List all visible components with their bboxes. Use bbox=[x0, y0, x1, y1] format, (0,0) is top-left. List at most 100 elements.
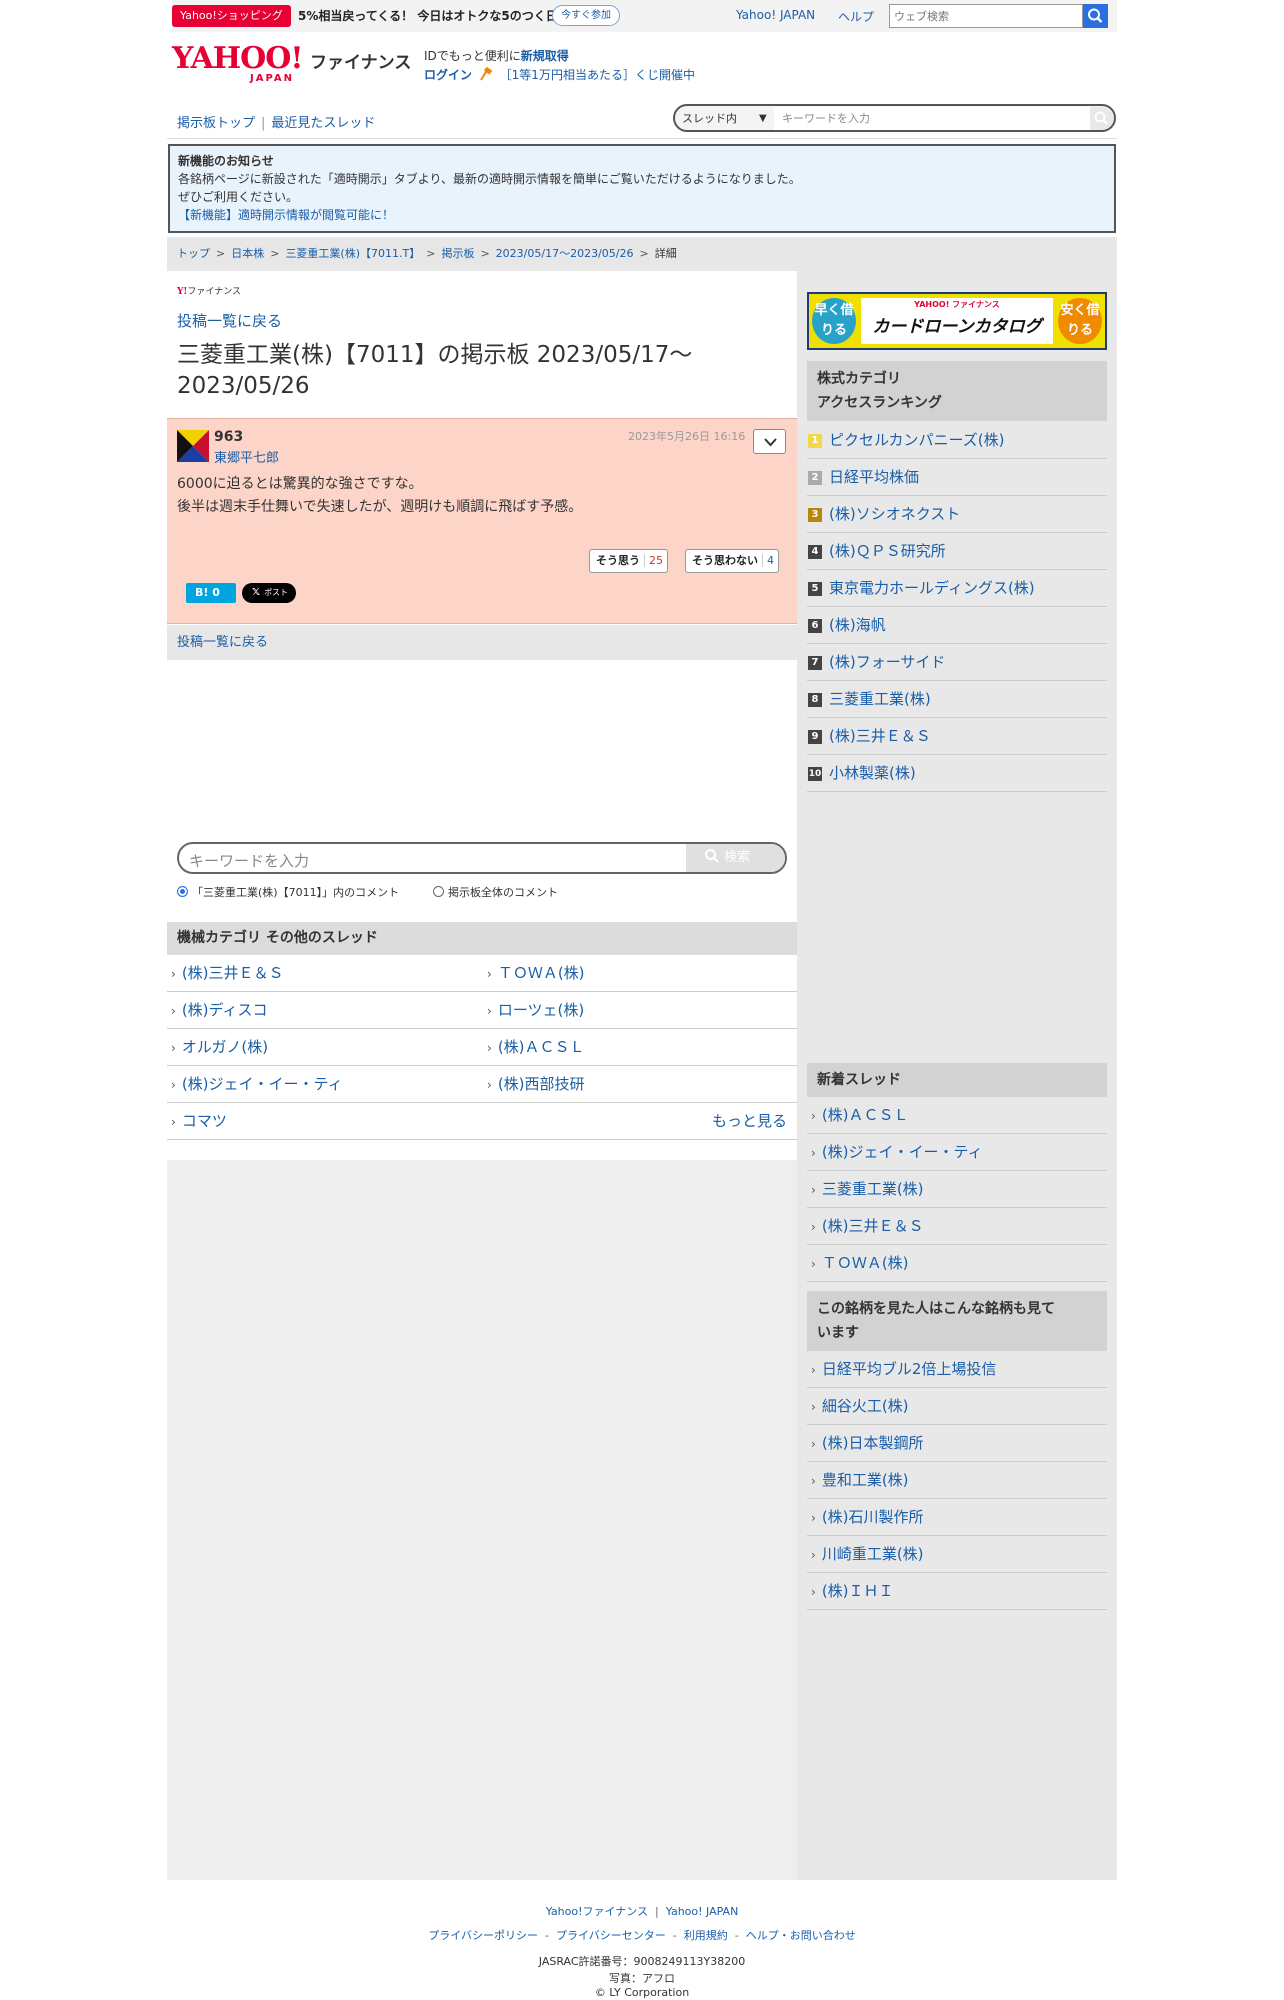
also-viewed-link[interactable]: 日経平均ブル2倍上場投信 bbox=[811, 1351, 997, 1389]
notice-title: 新機能のお知らせ bbox=[178, 154, 274, 168]
finance-title[interactable]: ファイナンス bbox=[310, 48, 411, 73]
nav-separator: | bbox=[261, 116, 266, 131]
notice-link[interactable]: 【新機能】適時開示情報が閲覧可能に！ bbox=[178, 208, 394, 222]
ranking-link[interactable]: 三菱重工業(株) bbox=[829, 681, 931, 718]
x-post-button[interactable]: 𝕏 ポスト bbox=[242, 583, 296, 603]
footer-yj-link[interactable]: Yahoo! JAPAN bbox=[666, 1905, 739, 1918]
ranking-link[interactable]: (株)ソシオネクスト bbox=[829, 496, 960, 533]
search-icon bbox=[1088, 8, 1103, 23]
web-search-input[interactable] bbox=[889, 4, 1083, 28]
ranking-link[interactable]: (株)海帆 bbox=[829, 607, 886, 644]
breadcrumb-board[interactable]: 掲示板 bbox=[441, 247, 474, 260]
scope-radio-all[interactable]: 掲示板全体のコメント bbox=[433, 884, 558, 900]
breadcrumb-jp-stocks[interactable]: 日本株 bbox=[231, 247, 264, 260]
breadcrumb-current: 詳細 bbox=[654, 247, 677, 260]
footer-separator: - bbox=[734, 1929, 739, 1942]
breadcrumb-top[interactable]: トップ bbox=[177, 247, 210, 260]
back-to-list-link[interactable]: 投稿一覧に戻る bbox=[177, 310, 282, 331]
post-username[interactable]: 東郷平七郎 bbox=[214, 447, 279, 466]
also-viewed-link[interactable]: 細谷火工(株) bbox=[811, 1388, 909, 1426]
cardloan-banner[interactable]: 早く借りる YAHOO! ファイナンス カードローンカタログ 安く借りる bbox=[807, 292, 1107, 350]
thread-search-button[interactable] bbox=[1090, 107, 1113, 130]
new-thread-link[interactable]: (株)ジェイ・イー・ティ bbox=[811, 1134, 983, 1172]
help-link[interactable]: ヘルプ bbox=[838, 8, 874, 25]
search-button-label: 検索 bbox=[724, 850, 751, 865]
board-top-link[interactable]: 掲示板トップ bbox=[177, 116, 255, 131]
thread-scope-select[interactable]: スレッド内 ▼ bbox=[682, 108, 772, 129]
recent-threads-link[interactable]: 最近見たスレッド bbox=[271, 116, 375, 131]
login-link[interactable]: ログイン bbox=[424, 68, 472, 82]
footer-policy-links: プライバシーポリシー - プライバシーセンター - 利用規約 - ヘルプ・お問い合わせ bbox=[0, 1927, 1284, 1943]
ranking-link[interactable]: (株)三井Ｅ＆Ｓ bbox=[829, 718, 931, 755]
yf-mini-logo[interactable]: Y!ファイナンス bbox=[177, 284, 241, 297]
breadcrumb-stock[interactable]: 三菱重工業(株)【7011.T】 bbox=[285, 247, 420, 260]
also-viewed-title: この銘柄を見た人はこんな銘柄も見て bbox=[817, 1301, 1055, 1317]
privacy-policy-link[interactable]: プライバシーポリシー bbox=[428, 1929, 538, 1942]
agree-count: 25 bbox=[644, 554, 663, 567]
ranking-link[interactable]: ピクセルカンパニーズ(株) bbox=[829, 422, 1005, 459]
new-thread-link[interactable]: (株)ＡＣＳＬ bbox=[811, 1097, 909, 1135]
post-body: 6000に迫るとは驚異的な強さですな。 後半は週末手仕舞いで失速したが、週明けも… bbox=[177, 473, 582, 519]
id-text: IDでもっと便利に bbox=[424, 49, 521, 63]
terms-link[interactable]: 利用規約 bbox=[684, 1929, 728, 1942]
ranking-link[interactable]: 小林製薬(株) bbox=[829, 755, 916, 792]
yahoo-logo[interactable]: YAHOO! JAPAN bbox=[172, 44, 312, 84]
thread-link[interactable]: オルガノ(株) bbox=[171, 1029, 268, 1067]
radio-unselected bbox=[433, 886, 444, 897]
thread-link[interactable]: ローツェ(株) bbox=[487, 992, 584, 1030]
web-search-button[interactable] bbox=[1083, 4, 1108, 28]
post-menu-button[interactable] bbox=[753, 429, 786, 454]
shopping-badge[interactable]: Yahoo!ショッピング bbox=[172, 5, 291, 27]
ranking-link[interactable]: 東京電力ホールディングス(株) bbox=[829, 570, 1035, 607]
x-post-label: ポスト bbox=[264, 588, 289, 597]
new-thread-link[interactable]: (株)三井Ｅ＆Ｓ bbox=[811, 1208, 924, 1246]
thread-link[interactable]: コマツ bbox=[171, 1103, 227, 1141]
ranking-link[interactable]: (株)フォーサイド bbox=[829, 644, 945, 681]
disagree-button[interactable]: そう思わない 4 bbox=[685, 549, 779, 573]
thread-link[interactable]: (株)ディスコ bbox=[171, 992, 268, 1030]
also-viewed-link[interactable]: (株)石川製作所 bbox=[811, 1499, 924, 1537]
thread-search-input[interactable]: キーワードを入力 bbox=[774, 107, 1090, 130]
yf-mini-text: ファイナンス bbox=[187, 287, 242, 297]
hatena-bookmark-button[interactable]: B! 0 bbox=[186, 583, 236, 603]
post-date: 2023年5月26日 16:16 bbox=[628, 430, 746, 443]
help-contact-link[interactable]: ヘルプ・お問い合わせ bbox=[746, 1929, 856, 1942]
rank-badge: 10 bbox=[808, 767, 822, 781]
new-thread-link[interactable]: 三菱重工業(株) bbox=[811, 1171, 924, 1209]
also-viewed-link[interactable]: 豊和工業(株) bbox=[811, 1462, 909, 1500]
keyword-search-input[interactable]: キーワードを入力 bbox=[189, 850, 309, 871]
copyright: © LY Corporation bbox=[594, 1986, 690, 1999]
join-button[interactable]: 今すぐ参加 bbox=[552, 5, 620, 26]
thread-link[interactable]: (株)ＡＣＳＬ bbox=[487, 1029, 585, 1067]
also-viewed-link[interactable]: 川崎重工業(株) bbox=[811, 1536, 924, 1574]
also-viewed-link[interactable]: (株)日本製鋼所 bbox=[811, 1425, 924, 1463]
notice-line: ぜひご利用ください。 bbox=[178, 190, 299, 204]
promo-text[interactable]: 5%相当戻ってくる！ 今日はオトクな5のつく日 bbox=[298, 7, 558, 25]
ranking-link[interactable]: 日経平均株価 bbox=[829, 459, 919, 496]
yahoo-japan-link[interactable]: Yahoo! JAPAN bbox=[736, 8, 815, 22]
notice-line: 各銘柄ページに新設された「適時開示」タブより、最新の適時開示情報を簡単にご覧いた… bbox=[178, 172, 801, 186]
thread-link[interactable]: (株)ジェイ・イー・ティ bbox=[171, 1066, 343, 1104]
privacy-center-link[interactable]: プライバシーセンター bbox=[556, 1929, 666, 1942]
new-thread-link[interactable]: ＴＯＷＡ(株) bbox=[811, 1245, 909, 1283]
thread-link[interactable]: (株)西部技研 bbox=[487, 1066, 585, 1104]
back-to-list-link-bottom[interactable]: 投稿一覧に戻る bbox=[177, 635, 268, 650]
id-promo: IDでもっと便利に新規取得 bbox=[424, 47, 569, 64]
agree-button[interactable]: そう思う 25 bbox=[589, 549, 668, 573]
lottery-link[interactable]: ［1等1万円相当あたる］くじ開催中 bbox=[500, 68, 695, 82]
rank-badge: 2 bbox=[808, 471, 822, 485]
thread-link[interactable]: (株)三井Ｅ＆Ｓ bbox=[171, 955, 284, 993]
signup-link[interactable]: 新規取得 bbox=[521, 49, 569, 63]
keyword-search-button[interactable]: 検索 bbox=[686, 844, 785, 872]
list-item: コマツ もっと見る bbox=[167, 1103, 797, 1140]
breadcrumb-period[interactable]: 2023/05/17〜2023/05/26 bbox=[496, 247, 634, 260]
ranking-link[interactable]: (株)ＱＰＳ研究所 bbox=[829, 533, 946, 570]
thread-link[interactable]: ＴＯＷＡ(株) bbox=[487, 955, 585, 993]
more-link[interactable]: もっと見る bbox=[712, 1103, 787, 1140]
also-viewed-link[interactable]: (株)ＩＨＩ bbox=[811, 1573, 894, 1611]
ranking-heading: 株式カテゴリ アクセスランキング bbox=[807, 361, 1107, 421]
scope-radio-thread[interactable]: 「三菱重工業(株)【7011】」内のコメント bbox=[177, 884, 399, 900]
footer-yf-link[interactable]: Yahoo!ファイナンス bbox=[546, 1905, 648, 1918]
user-avatar[interactable] bbox=[177, 430, 209, 462]
ad-area bbox=[167, 1160, 797, 1880]
